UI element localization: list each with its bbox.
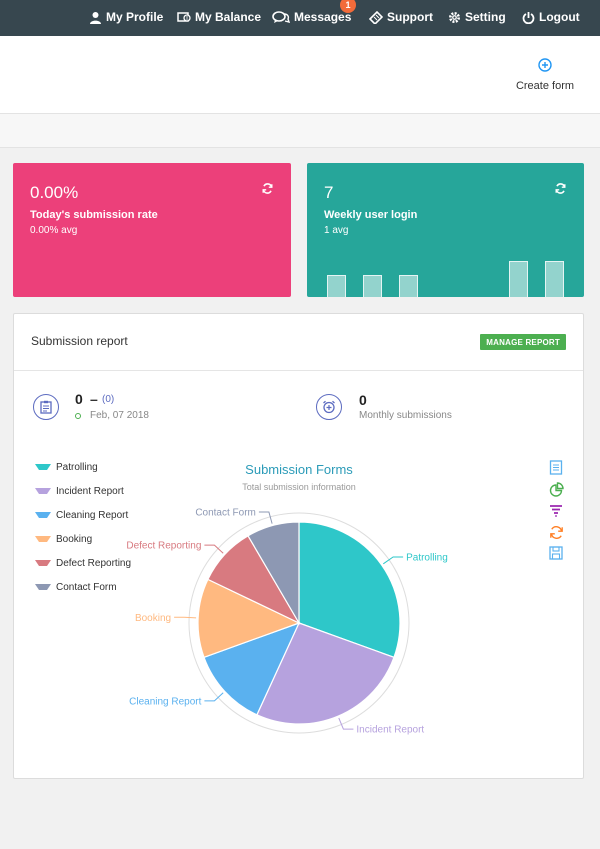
user-icon [90, 11, 101, 24]
nav-logout[interactable]: Logout [522, 0, 580, 34]
chat-icon [272, 10, 290, 23]
pie-slice-label: Patrolling [406, 553, 448, 564]
sub-header-bar [0, 114, 600, 148]
pie-slice-label: Contact Form [195, 508, 256, 519]
create-form-button[interactable]: Create form [514, 58, 576, 92]
nav-setting[interactable]: Setting [448, 0, 506, 34]
refresh-icon[interactable] [262, 183, 273, 194]
pie-slice-label: Incident Report [356, 725, 424, 736]
plus-circle-icon [538, 58, 552, 72]
nav-my-balance-label: My Balance [195, 10, 262, 24]
weekly-login-avg: 1 avg [324, 225, 349, 236]
create-form-label: Create form [515, 80, 575, 92]
weekly-login-card: 7 Weekly user login 1 avg [307, 163, 584, 297]
nav-support[interactable]: Support [369, 0, 433, 34]
messages-count-badge: 1 [340, 0, 356, 13]
pie-label-line [174, 616, 197, 619]
nav-logout-label: Logout [539, 10, 580, 24]
login-bar [509, 261, 528, 297]
nav-my-profile-label: My Profile [106, 10, 164, 24]
restore-icon[interactable] [549, 525, 564, 540]
save-image-icon[interactable] [549, 546, 563, 560]
nav-setting-label: Setting [465, 10, 506, 24]
weekly-login-value: 7 [324, 183, 334, 202]
nav-my-balance[interactable]: My Balance [177, 0, 261, 34]
pie-slice-label: Booking [135, 613, 171, 624]
nav-messages[interactable]: Messages 1 [272, 0, 356, 34]
pie-slice-label: Cleaning Report [129, 696, 201, 707]
pie-slice-label: Defect Reporting [126, 541, 201, 552]
data-view-icon[interactable] [549, 460, 563, 475]
login-bar [545, 261, 564, 297]
gear-icon [449, 11, 460, 23]
weekly-login-label: Weekly user login [324, 209, 418, 221]
login-bar [399, 275, 418, 297]
submission-pie-chart: Patrolling Incident Report Cleaning Report… [126, 508, 448, 736]
submission-rate-value: 0.00% [30, 183, 79, 202]
power-icon [522, 11, 535, 24]
pie-label-line [383, 556, 404, 565]
page-header: Create form [0, 36, 600, 114]
nav-support-label: Support [387, 10, 433, 24]
login-bar [363, 275, 382, 297]
pie-toggle-icon[interactable] [549, 482, 564, 497]
top-navigation-bar: My Profile My Balance Messages 1 Support… [0, 0, 600, 36]
submission-report-panel: Submission report MANAGE REPORT 0 – (0) … [13, 313, 584, 779]
wallet-icon [177, 12, 191, 22]
refresh-icon[interactable] [555, 183, 566, 194]
submission-rate-label: Today's submission rate [30, 209, 158, 221]
funnel-icon[interactable] [549, 504, 563, 518]
nav-my-profile[interactable]: My Profile [89, 0, 163, 34]
ticket-icon [369, 10, 383, 24]
submission-rate-avg: 0.00% avg [30, 225, 78, 236]
login-bar [327, 275, 346, 297]
nav-messages-label: Messages [294, 10, 352, 24]
submission-rate-card: 0.00% Today's submission rate 0.00% avg [13, 163, 291, 297]
